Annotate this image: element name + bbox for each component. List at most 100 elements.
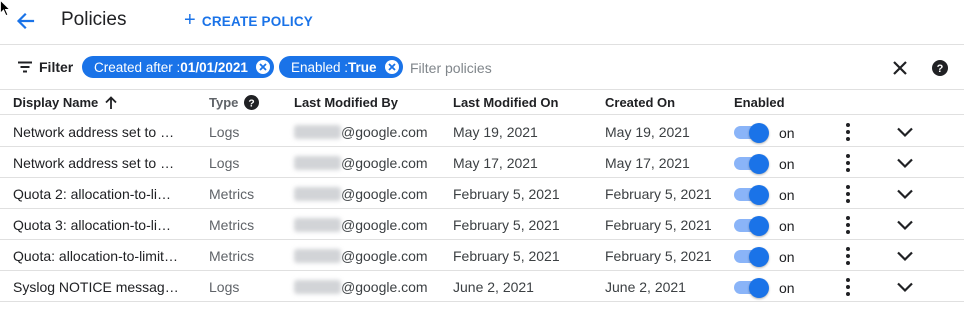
toggle-knob	[749, 185, 769, 205]
email-domain: @google.com	[341, 155, 428, 171]
column-label: Enabled	[734, 95, 785, 110]
column-label: Last Modified On	[453, 95, 559, 110]
column-header-type[interactable]: Type ?	[209, 95, 260, 110]
filter-chip-created-after[interactable]: Created after : 01/01/2021	[82, 56, 274, 78]
more-vertical-icon[interactable]	[839, 215, 857, 235]
back-button[interactable]	[13, 9, 37, 33]
policy-name-link[interactable]: Network address set to 0.0…	[13, 124, 181, 140]
email-domain: @google.com	[341, 279, 428, 295]
chip-value: True	[348, 59, 377, 75]
policy-type: Metrics	[209, 248, 255, 264]
last-modified-by: @google.com	[294, 217, 428, 233]
policy-name-link[interactable]: Quota 2: allocation-to-limit…	[13, 186, 181, 202]
table-row[interactable]: Network address set to 0.0… Logs @google…	[0, 147, 964, 178]
table-row[interactable]: Quota 3: allocation-to-limit… Metrics @g…	[0, 209, 964, 240]
create-policy-button[interactable]: + CREATE POLICY	[184, 9, 313, 31]
last-modified-on: February 5, 2021	[453, 248, 560, 264]
more-vertical-icon[interactable]	[839, 246, 857, 266]
arrow-left-icon	[16, 12, 35, 30]
email-domain: @google.com	[341, 217, 428, 233]
column-header-display-name[interactable]: Display Name	[13, 95, 118, 110]
enabled-label: on	[779, 280, 795, 296]
created-on: May 17, 2021	[605, 155, 690, 171]
help-circle-icon[interactable]: ?	[932, 60, 948, 76]
page-header: Policies + CREATE POLICY	[0, 0, 964, 44]
column-header-last-modified-by[interactable]: Last Modified By	[294, 95, 398, 110]
table-row[interactable]: Quota: allocation-to-limit fil… Metrics …	[0, 240, 964, 271]
last-modified-on: February 5, 2021	[453, 217, 560, 233]
chevron-down-icon[interactable]	[895, 186, 915, 202]
chevron-down-icon[interactable]	[895, 155, 915, 171]
column-label: Last Modified By	[294, 95, 399, 110]
plus-icon: +	[184, 9, 196, 31]
enabled-toggle[interactable]	[734, 278, 770, 298]
close-icon[interactable]	[891, 59, 909, 77]
column-header-enabled[interactable]: Enabled	[734, 95, 785, 110]
column-label: Created On	[605, 95, 676, 110]
filter-chip-enabled[interactable]: Enabled : True	[279, 56, 403, 78]
more-vertical-icon[interactable]	[839, 277, 857, 297]
enabled-toggle[interactable]	[734, 123, 770, 143]
created-on: February 5, 2021	[605, 186, 712, 202]
table-row[interactable]: Syslog NOTICE message d… Logs @google.co…	[0, 271, 964, 302]
chevron-down-icon[interactable]	[895, 124, 915, 140]
enabled-toggle[interactable]	[734, 247, 770, 267]
enabled-toggle[interactable]	[734, 154, 770, 174]
filter-lines-icon	[18, 61, 32, 73]
email-domain: @google.com	[341, 124, 428, 140]
more-vertical-icon[interactable]	[839, 153, 857, 173]
svg-text:?: ?	[937, 63, 944, 75]
last-modified-by: @google.com	[294, 124, 428, 140]
enabled-toggle[interactable]	[734, 185, 770, 205]
column-label: Type	[209, 95, 239, 110]
column-header-last-modified-on[interactable]: Last Modified On	[453, 95, 558, 110]
last-modified-by: @google.com	[294, 279, 428, 295]
table-row[interactable]: Quota 2: allocation-to-limit… Metrics @g…	[0, 178, 964, 209]
policy-name-link[interactable]: Syslog NOTICE message d…	[13, 279, 181, 295]
last-modified-on: May 17, 2021	[453, 155, 538, 171]
help-circle-icon[interactable]: ?	[244, 95, 260, 110]
toggle-knob	[749, 154, 769, 174]
redacted-username	[294, 249, 341, 263]
policy-name-link[interactable]: Quota: allocation-to-limit fil…	[13, 248, 181, 264]
enabled-label: on	[779, 156, 795, 172]
email-domain: @google.com	[341, 248, 428, 264]
created-on: February 5, 2021	[605, 248, 712, 264]
arrow-up-icon	[105, 95, 117, 109]
redacted-username	[294, 156, 341, 170]
table-row[interactable]: Network address set to 0.0… Logs @google…	[0, 116, 964, 147]
enabled-label: on	[779, 249, 795, 265]
policy-name-link[interactable]: Network address set to 0.0…	[13, 155, 181, 171]
toggle-knob	[749, 123, 769, 143]
page-title: Policies	[61, 9, 127, 30]
more-vertical-icon[interactable]	[839, 184, 857, 204]
chevron-down-icon[interactable]	[895, 248, 915, 264]
policy-type: Metrics	[209, 217, 255, 233]
policy-type: Logs	[209, 279, 240, 295]
close-circle-icon[interactable]	[255, 60, 270, 74]
last-modified-on: February 5, 2021	[453, 186, 560, 202]
enabled-toggle[interactable]	[734, 216, 770, 236]
filter-policies-input[interactable]	[410, 58, 850, 78]
enabled-label: on	[779, 125, 795, 141]
last-modified-by: @google.com	[294, 186, 428, 202]
email-domain: @google.com	[341, 186, 428, 202]
policy-type: Logs	[209, 124, 240, 140]
more-vertical-icon[interactable]	[839, 122, 857, 142]
chip-value: 01/01/2021	[180, 59, 248, 75]
redacted-username	[294, 187, 341, 201]
redacted-username	[294, 218, 341, 232]
column-label: Display Name	[13, 95, 99, 110]
policy-type: Logs	[209, 155, 240, 171]
policy-name-link[interactable]: Quota 3: allocation-to-limit…	[13, 217, 181, 233]
enabled-label: on	[779, 218, 795, 234]
column-header-created-on[interactable]: Created On	[605, 95, 675, 110]
close-circle-icon[interactable]	[384, 60, 399, 74]
chevron-down-icon[interactable]	[895, 217, 915, 233]
filter-label: Filter	[39, 59, 74, 75]
filter-button[interactable]: Filter	[18, 59, 73, 75]
chevron-down-icon[interactable]	[895, 279, 915, 295]
table-header: Display Name Type ? Last Modified By Las…	[0, 90, 964, 115]
created-on: June 2, 2021	[605, 279, 686, 295]
chip-key: Created after :	[94, 59, 181, 75]
